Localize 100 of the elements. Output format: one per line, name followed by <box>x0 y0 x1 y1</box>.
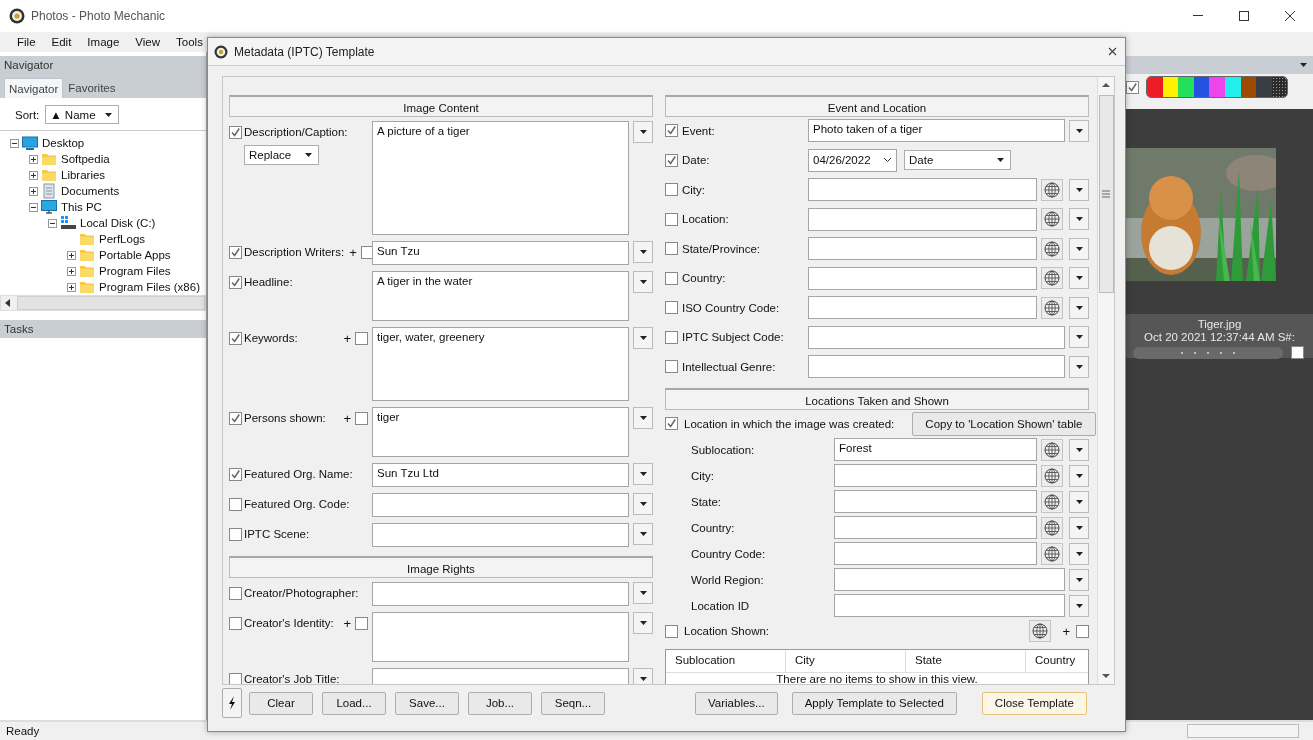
tab[interactable]: Navigator <box>4 78 64 98</box>
column-header[interactable]: Country <box>1026 650 1088 672</box>
globe-button[interactable] <box>1041 296 1063 319</box>
text-area[interactable]: tiger <box>372 407 629 457</box>
text-field[interactable] <box>372 523 629 547</box>
text-field[interactable] <box>808 178 1037 201</box>
column-header[interactable]: State <box>906 650 1026 672</box>
menu-item[interactable]: Image <box>79 36 128 48</box>
dropdown-button[interactable] <box>1069 296 1089 319</box>
dropdown-button[interactable] <box>1069 267 1089 289</box>
sort-dropdown[interactable]: ▲ Name <box>45 105 120 124</box>
tree-item[interactable]: PerfLogs <box>98 233 146 245</box>
globe-button[interactable] <box>1041 208 1063 230</box>
menu-item[interactable]: Edit <box>43 36 80 48</box>
tree-item[interactable]: This PC <box>60 201 102 213</box>
menu-item[interactable]: View <box>127 36 169 48</box>
checkbox[interactable] <box>229 467 242 481</box>
color-swatch[interactable] <box>1147 77 1163 97</box>
tree-item[interactable]: Libraries <box>60 169 106 181</box>
dropdown-button[interactable] <box>1069 542 1089 565</box>
checkbox[interactable] <box>355 616 368 630</box>
tree-item[interactable]: Portable Apps <box>98 249 171 261</box>
dropdown-button[interactable] <box>1069 568 1089 591</box>
text-area[interactable]: tiger, water, greenery <box>372 327 629 401</box>
scrollbar[interactable] <box>0 295 206 311</box>
text-field[interactable] <box>808 325 1065 349</box>
globe-button[interactable] <box>1029 620 1052 642</box>
tree-item[interactable]: Program Files <box>98 265 171 277</box>
dropdown-button[interactable] <box>633 493 653 515</box>
checkbox[interactable] <box>1076 624 1089 638</box>
format-dropdown[interactable]: Date <box>904 150 1011 170</box>
dropdown-button[interactable] <box>1069 355 1089 378</box>
globe-button[interactable] <box>1041 542 1063 565</box>
tree-item[interactable]: Desktop <box>41 137 85 149</box>
checkbox[interactable] <box>229 331 242 345</box>
checkbox[interactable] <box>229 497 242 511</box>
globe-button[interactable] <box>1041 516 1063 539</box>
checkbox[interactable] <box>229 245 242 259</box>
dialog-button[interactable]: Seqn... <box>541 691 605 715</box>
text-field[interactable]: Forest <box>834 438 1037 461</box>
dropdown-button[interactable] <box>1069 464 1089 487</box>
checkbox[interactable] <box>665 183 678 196</box>
text-field[interactable] <box>372 582 629 606</box>
checkbox[interactable] <box>665 242 678 255</box>
dropdown-button[interactable] <box>1069 208 1089 230</box>
dropdown-button[interactable] <box>633 582 653 604</box>
dropdown-button[interactable] <box>633 241 653 263</box>
globe-button[interactable] <box>1041 267 1063 289</box>
dialog-button[interactable]: Close Template <box>981 691 1087 715</box>
tree-item[interactable]: Program Files (x86) <box>98 281 200 293</box>
tree-item[interactable]: Documents <box>60 185 120 197</box>
checkbox[interactable] <box>229 672 242 684</box>
checkbox[interactable] <box>1126 80 1139 94</box>
checkbox[interactable] <box>229 275 242 289</box>
dialog-button[interactable]: Apply Template to Selected <box>791 691 957 715</box>
checkbox[interactable] <box>229 586 242 600</box>
checkbox[interactable] <box>229 527 242 541</box>
text-field[interactable] <box>834 490 1037 513</box>
text-area[interactable]: A tiger in the water <box>372 271 629 321</box>
column-header[interactable]: Sublocation <box>666 650 786 672</box>
checkbox[interactable] <box>1291 346 1304 359</box>
tree-item[interactable]: Softpedia <box>60 153 110 165</box>
checkbox[interactable] <box>229 411 242 425</box>
dropdown-button[interactable] <box>633 668 653 684</box>
dropdown-button[interactable] <box>633 121 653 143</box>
text-area[interactable]: A picture of a tiger <box>372 121 629 235</box>
text-field[interactable] <box>834 516 1037 539</box>
checkbox[interactable] <box>355 331 368 345</box>
dropdown-button[interactable] <box>633 271 653 293</box>
dropdown-button[interactable] <box>1069 490 1089 513</box>
text-field[interactable] <box>834 568 1065 591</box>
text-field[interactable] <box>834 594 1065 617</box>
text-field[interactable] <box>834 542 1037 565</box>
mode-dropdown[interactable]: Replace <box>244 145 319 165</box>
checkbox[interactable] <box>665 124 678 137</box>
dropdown-button[interactable] <box>633 612 653 634</box>
text-field[interactable]: Photo taken of a tiger <box>808 119 1065 142</box>
checkbox[interactable] <box>665 330 678 344</box>
checkbox[interactable] <box>229 616 242 630</box>
dialog-button[interactable]: Load... <box>322 691 386 715</box>
dropdown-button[interactable] <box>633 523 653 545</box>
menu-item[interactable]: Tools <box>168 36 211 48</box>
text-field[interactable] <box>808 237 1037 260</box>
copy-button[interactable]: Copy to 'Location Shown' table <box>912 411 1096 436</box>
date-field[interactable]: 04/26/2022 <box>808 148 897 172</box>
checkbox[interactable] <box>665 301 678 314</box>
checkbox[interactable] <box>665 271 678 285</box>
dropdown-button[interactable] <box>1069 438 1089 461</box>
text-field[interactable]: Sun Tzu Ltd <box>372 463 629 487</box>
checkbox[interactable] <box>665 360 678 373</box>
globe-button[interactable] <box>1041 490 1063 513</box>
dropdown-button[interactable] <box>633 327 653 349</box>
scrollbar[interactable] <box>1097 77 1114 684</box>
text-field[interactable] <box>808 296 1037 319</box>
checkbox[interactable] <box>665 624 678 638</box>
globe-button[interactable] <box>1041 237 1063 260</box>
text-field[interactable] <box>808 355 1065 378</box>
dropdown-button[interactable] <box>1069 516 1089 539</box>
tab[interactable]: Favorites <box>63 78 121 98</box>
text-field[interactable] <box>808 207 1037 231</box>
